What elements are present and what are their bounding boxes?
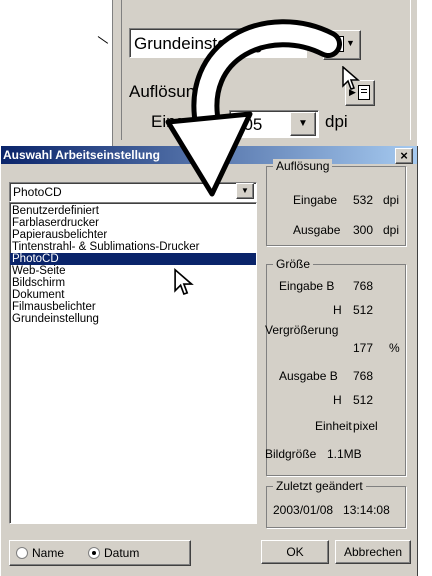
size-group: Größe Eingabe B 768 H 512 Vergrößerung 1… [265,257,406,476]
list-item[interactable]: Bildschirm [10,277,256,289]
cancel-button[interactable]: Abbrechen [335,540,411,564]
res-input-value: 532 [353,193,374,207]
res-output-unit: dpi [383,223,400,237]
sort-name-label: Name [32,546,65,560]
list-item[interactable]: Papierausbelichter [10,229,256,241]
res-input-unit: dpi [383,193,400,207]
size-output-w-value: 768 [353,369,374,383]
sort-name-radio[interactable]: Name [16,546,96,560]
unit-label: Einheit [315,419,352,433]
ok-button[interactable]: OK [261,540,329,564]
radio-selected-icon [88,547,100,559]
filesize-label: Bildgröße [265,447,317,461]
close-button[interactable]: × [395,148,413,164]
size-input-w-label: Eingabe B [279,279,335,293]
last-changed-group: Zuletzt geändert 2003/01/08 13:14:08 [266,479,406,528]
preset-combo-value: PhotoCD [13,185,62,199]
list-item[interactable]: Dokument [10,289,256,301]
sort-date-label: Datum [104,546,140,560]
magnification-value: 177 [353,341,374,355]
size-output-w-label: Ausgabe B [279,369,338,383]
magnification-unit: % [389,341,400,355]
mouse-cursor-icon [174,268,194,296]
size-group-title: Größe [273,257,314,271]
connector-line [97,36,109,44]
list-item[interactable]: Web-Seite [10,265,256,277]
mouse-cursor-icon [342,66,361,90]
radio-icon [16,547,28,559]
list-item[interactable]: Farblaserdrucker [10,217,256,229]
filesize-value: 1.1MB [327,447,362,461]
size-input-w-value: 768 [353,279,374,293]
unit-value: pixel [353,419,378,433]
sort-date-radio[interactable]: Datum [88,546,178,560]
preset-list[interactable]: Benutzerdefiniert Farblaserdrucker Papiera… [9,202,257,524]
last-changed-value: 2003/01/08 13:14:08 [273,503,390,517]
settings-dialog: Auswahl Arbeitseinstellung × PhotoCD ▼ B… [0,146,418,576]
list-item[interactable]: Tintenstrahl- & Sublimations-Drucker [10,241,256,253]
size-input-h-label: H [333,303,342,317]
list-item[interactable]: Benutzerdefiniert [10,205,256,217]
curved-arrow-icon [165,19,342,197]
size-output-h-label: H [333,393,342,407]
cancel-button-label: Abbrechen [343,545,403,559]
list-item[interactable]: Filmausbelichter [10,301,256,313]
size-input-h-value: 512 [353,303,374,317]
res-output-value: 300 [353,223,374,237]
size-output-h-value: 512 [353,393,374,407]
list-item[interactable]: Grundeinstellung [10,313,256,325]
sort-panel: Name Datum [9,540,191,566]
ok-button-label: OK [286,545,304,559]
dialog-title: Auswahl Arbeitseinstellung [3,148,160,162]
magnification-label: Vergrößerung [265,323,339,337]
last-changed-title: Zuletzt geändert [273,479,366,493]
close-icon: × [400,148,408,163]
res-output-label: Ausgabe [293,223,341,237]
list-item[interactable]: PhotoCD [10,253,256,265]
